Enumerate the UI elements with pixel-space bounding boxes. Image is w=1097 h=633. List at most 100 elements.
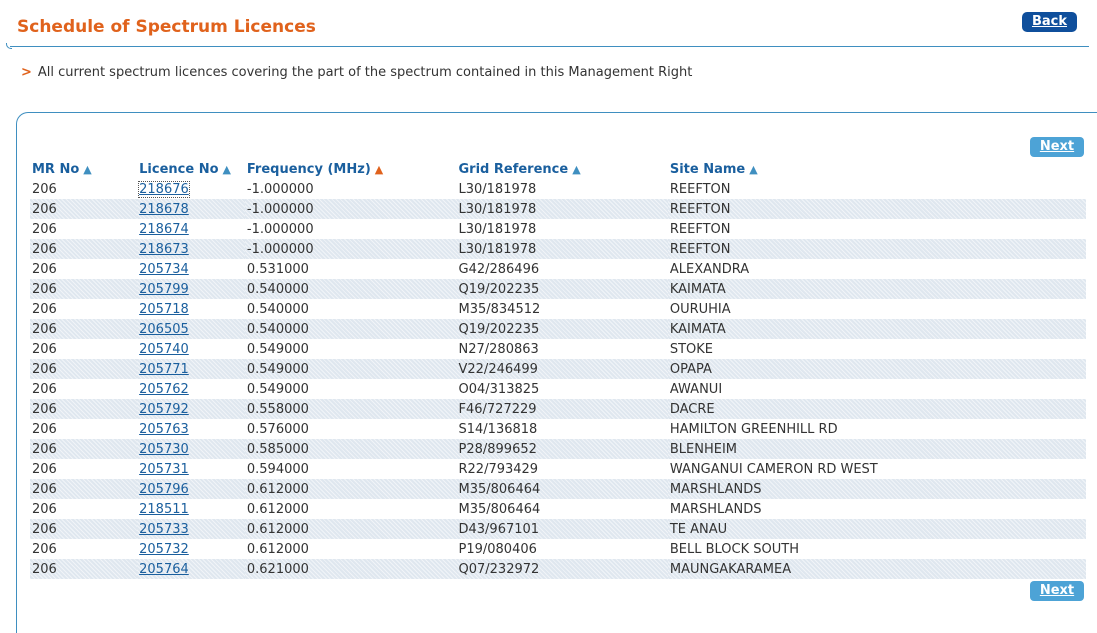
cell-licence-no: 205730	[137, 439, 245, 459]
cell-site-name: AWANUI	[669, 381, 723, 397]
licence-link[interactable]: 205732	[139, 542, 189, 557]
licence-link[interactable]: 205763	[139, 422, 189, 437]
licence-link[interactable]: 205762	[139, 382, 189, 397]
cell-grid-reference: Q19/202235	[456, 279, 668, 299]
cell-licence-no: 205732	[137, 539, 245, 559]
licence-link[interactable]: 218511	[139, 502, 189, 517]
cell-mr-no: 206	[30, 319, 138, 339]
cell-site-name: STOKE	[669, 341, 714, 357]
licence-link[interactable]: 206505	[139, 322, 189, 337]
licence-link[interactable]: 218676	[138, 180, 190, 198]
cell-licence-no: 205734	[137, 259, 245, 279]
table-row: 206 205733 0.612000 D43/967101 TE ANAU	[30, 519, 1086, 539]
cell-frequency: 0.558000	[244, 399, 457, 419]
licence-link[interactable]: 218673	[139, 242, 189, 257]
sort-asc-icon[interactable]: ▲	[572, 163, 580, 176]
cell-mr-no: 206	[30, 559, 138, 579]
cell-mr-no: 206	[32, 541, 57, 557]
cell-site-name: ALEXANDRA	[669, 261, 750, 277]
cell-mr-no: 206	[32, 501, 57, 517]
licence-link[interactable]: 205792	[139, 402, 189, 417]
cell-grid-reference: Q19/202235	[456, 319, 668, 339]
cell-site-name: KAIMATA	[667, 279, 1086, 299]
cell-mr-no: 206	[32, 341, 57, 357]
cell-grid-reference: M35/806464	[456, 479, 668, 499]
cell-frequency: 0.549000	[246, 341, 309, 357]
table-row: 206 205796 0.612000 M35/806464 MARSHLANDS	[30, 479, 1086, 499]
licence-link[interactable]: 205799	[139, 282, 189, 297]
sort-active-icon[interactable]: ▲	[375, 163, 383, 176]
back-button[interactable]: Back	[1022, 12, 1077, 32]
cell-grid-reference: L30/181978	[458, 221, 537, 237]
column-header-label: Grid Reference	[458, 161, 569, 177]
cell-mr-no: 206	[30, 199, 138, 219]
cell-mr-no: 206	[32, 261, 57, 277]
cell-site-name: OPAPA	[667, 359, 1086, 379]
cell-frequency: 0.540000	[246, 301, 309, 317]
cell-licence-no: 218674	[137, 219, 245, 239]
cell-site-name: REEFTON	[669, 221, 731, 237]
cell-grid-reference: O04/313825	[458, 381, 540, 397]
cell-frequency: 0.612000	[246, 501, 309, 517]
cell-site-name: BLENHEIM	[667, 439, 1086, 459]
next-button-top[interactable]: Next	[1030, 137, 1084, 157]
column-header-licence-no[interactable]: Licence No ▲	[137, 159, 245, 179]
cell-mr-no: 206	[32, 381, 57, 397]
cell-frequency: -1.000000	[246, 181, 314, 197]
cell-grid-reference: V22/246499	[456, 359, 668, 379]
sort-asc-icon[interactable]: ▲	[83, 163, 91, 176]
sort-asc-icon[interactable]: ▲	[749, 163, 757, 176]
table-row: 206 205763 0.576000 S14/136818 HAMILTON GREE…	[30, 419, 1086, 439]
cell-frequency: 0.585000	[244, 439, 457, 459]
table-row: 206 205771 0.549000 V22/246499 OPAPA	[30, 359, 1086, 379]
cell-frequency: -1.000000	[244, 199, 457, 219]
licence-link[interactable]: 205734	[139, 262, 189, 277]
cell-grid-reference: G42/286496	[458, 261, 540, 277]
licence-link[interactable]: 205731	[139, 462, 189, 477]
column-header-label: Site Name	[669, 161, 746, 177]
licence-link[interactable]: 205764	[139, 562, 189, 577]
cell-grid-reference: D43/967101	[456, 519, 668, 539]
cell-frequency: 0.549000	[246, 381, 309, 397]
column-header-label: MR No	[32, 161, 80, 177]
licence-link[interactable]: 205740	[139, 342, 189, 357]
cell-site-name: BELL BLOCK SOUTH	[669, 541, 799, 557]
cell-mr-no: 206	[32, 181, 57, 197]
licence-link[interactable]: 218674	[139, 222, 189, 237]
sort-asc-icon[interactable]: ▲	[223, 163, 231, 176]
licences-table: MR No ▲ Licence No ▲ Frequency (MHz) ▲ Grid…	[30, 159, 1086, 579]
cell-frequency: 0.621000	[244, 559, 457, 579]
column-header-label: Licence No	[139, 161, 219, 177]
table-row: 206 205792 0.558000 F46/727229 DACRE	[30, 399, 1086, 419]
licence-link[interactable]: 205733	[139, 522, 189, 537]
cell-licence-no: 205799	[137, 279, 245, 299]
title-divider	[6, 43, 1089, 49]
intro-text: > All current spectrum licences covering …	[21, 65, 692, 80]
cell-frequency: 0.531000	[246, 261, 309, 277]
table-row: 206 205734 0.531000 G42/286496 ALEXANDRA	[30, 259, 1086, 279]
table-row: 206 205740 0.549000 N27/280863 STOKE	[30, 339, 1086, 359]
cell-frequency: 0.549000	[244, 359, 457, 379]
cell-mr-no: 206	[30, 439, 138, 459]
column-header-frequency[interactable]: Frequency (MHz) ▲	[245, 159, 457, 179]
table-row: 206 218511 0.612000 M35/806464 MARSHLANDS	[30, 499, 1086, 519]
cell-site-name: REEFTON	[667, 239, 1086, 259]
licence-link[interactable]: 205796	[139, 482, 189, 497]
next-button-bottom[interactable]: Next	[1030, 581, 1084, 601]
column-header-site-name[interactable]: Site Name ▲	[668, 159, 1086, 179]
cell-mr-no: 206	[30, 359, 138, 379]
cell-frequency: -1.000000	[246, 221, 314, 237]
cell-licence-no: 205792	[137, 399, 245, 419]
cell-frequency: 0.612000	[244, 519, 457, 539]
column-header-mr-no[interactable]: MR No ▲	[30, 159, 137, 179]
licence-link[interactable]: 218678	[139, 202, 189, 217]
table-row: 206 218678 -1.000000 L30/181978 REEFTON	[30, 199, 1086, 219]
arrow-right-icon: >	[21, 65, 32, 80]
cell-grid-reference: L30/181978	[456, 239, 668, 259]
column-header-grid-reference[interactable]: Grid Reference ▲	[457, 159, 668, 179]
table-row: 206 205764 0.621000 Q07/232972 MAUNGAKARAMEA	[30, 559, 1086, 579]
licence-link[interactable]: 205771	[139, 362, 189, 377]
licence-link[interactable]: 205718	[139, 302, 189, 317]
cell-site-name: HAMILTON GREENHILL RD	[669, 421, 838, 437]
licence-link[interactable]: 205730	[139, 442, 189, 457]
